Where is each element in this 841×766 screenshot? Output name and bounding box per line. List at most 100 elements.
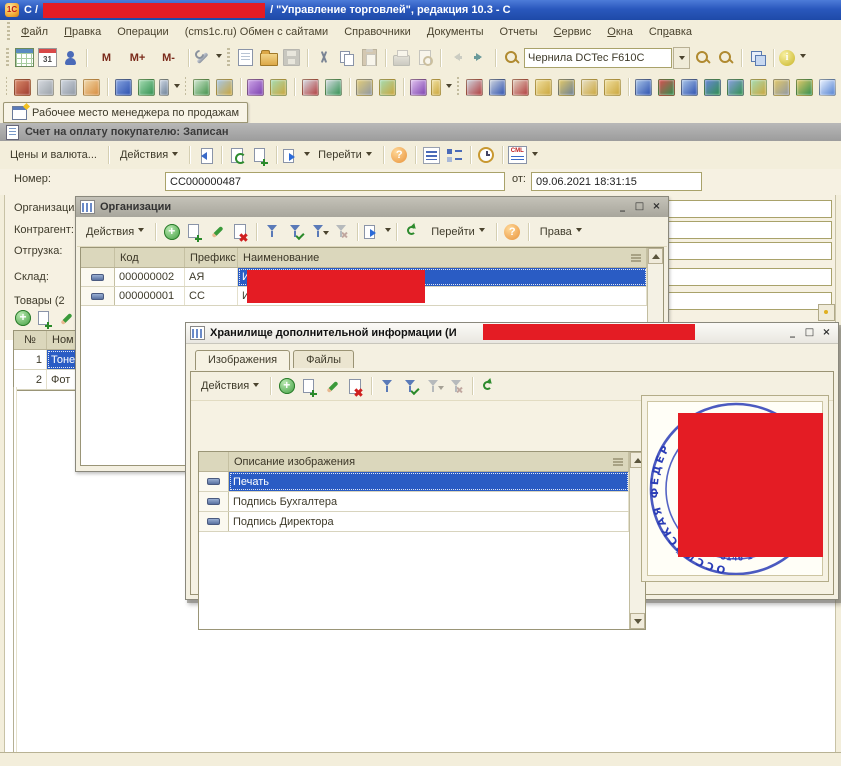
money-turnover-button[interactable]	[748, 76, 769, 98]
app-titlebar[interactable]: 1С С / / "Управление торговлей", редакци…	[0, 0, 841, 20]
memory-button[interactable]: M	[92, 47, 121, 69]
filter-settings-button[interactable]	[377, 375, 398, 397]
scroll-down-button[interactable]	[630, 613, 645, 629]
factory-button[interactable]	[556, 76, 577, 98]
tab-sales-manager-workspace[interactable]: Рабочее место менеджера по продажам	[3, 102, 248, 123]
filter-history-button[interactable]	[308, 221, 329, 243]
post-document-button[interactable]	[195, 144, 216, 166]
menu-item-9[interactable]: Справка	[641, 23, 700, 41]
select-button[interactable]	[818, 304, 835, 321]
menu-item-4[interactable]: Справочники	[336, 23, 419, 41]
help-button[interactable]	[502, 221, 523, 243]
calc-table-button[interactable]	[14, 47, 35, 69]
doc-lines-button[interactable]	[817, 76, 838, 98]
transfer-out-button[interactable]	[725, 76, 746, 98]
create-based-on-button[interactable]	[363, 221, 391, 243]
cash-table-button[interactable]	[136, 76, 157, 98]
marker-column-header[interactable]	[199, 452, 229, 471]
code-column-header[interactable]: Код	[115, 248, 185, 267]
quick-search-combobox[interactable]: Чернила DCTec F610C	[524, 48, 690, 68]
cut-button[interactable]	[313, 47, 334, 69]
hammer-money-button[interactable]	[354, 76, 375, 98]
info-button[interactable]: i	[779, 47, 806, 69]
toolbar-grip[interactable]	[6, 77, 7, 97]
subordination-button[interactable]	[444, 144, 465, 166]
print-label-button[interactable]	[81, 76, 102, 98]
goods-arrow-button[interactable]	[794, 76, 815, 98]
print-button[interactable]	[391, 47, 412, 69]
minimize-button[interactable]: _	[785, 326, 800, 340]
find-prev-button[interactable]	[715, 47, 736, 69]
table-row[interactable]: Подпись Директора	[199, 512, 629, 532]
add-row-icon[interactable]	[15, 310, 31, 326]
create-based-on-button[interactable]	[282, 144, 310, 166]
toolbar-grip[interactable]	[227, 48, 230, 68]
prices-currency-button[interactable]: Цены и валюта...	[4, 146, 103, 164]
filter-history-button[interactable]	[423, 375, 444, 397]
user-lock-button[interactable]	[60, 47, 81, 69]
settings-button[interactable]	[194, 47, 222, 69]
copy-add-button[interactable]	[250, 144, 271, 166]
memory-minus-button[interactable]: M-	[154, 47, 183, 69]
assistant-button[interactable]	[408, 76, 429, 98]
maximize-button[interactable]: □	[802, 326, 817, 340]
cml-export-button[interactable]: CML	[508, 144, 538, 166]
scroll-up-button[interactable]	[648, 248, 663, 264]
clear-filter-button[interactable]	[331, 221, 352, 243]
archive-cabinet-button[interactable]	[12, 76, 33, 98]
invoice-window-titlebar[interactable]: Счет на оплату покупателю: Записан	[0, 123, 841, 142]
maximize-button[interactable]: □	[632, 200, 647, 214]
search-input[interactable]: Чернила DCTec F610C	[524, 48, 672, 68]
memory-plus-button[interactable]: M+	[123, 47, 152, 69]
supplier-cart-button[interactable]	[487, 76, 508, 98]
copy-row-icon[interactable]	[36, 310, 53, 327]
rights-button[interactable]: Права	[534, 223, 588, 241]
doc-exchange-button[interactable]	[191, 76, 212, 98]
retail-monitor-button[interactable]	[633, 76, 654, 98]
add-button[interactable]	[276, 375, 297, 397]
goto-button[interactable]: Перейти	[425, 223, 491, 241]
marker-column-header[interactable]	[81, 248, 115, 267]
actions-button[interactable]: Действия	[80, 223, 150, 241]
new-document-button[interactable]	[235, 47, 256, 69]
copy-add-button[interactable]	[184, 221, 205, 243]
history-button[interactable]	[476, 144, 497, 166]
save-button[interactable]	[281, 47, 302, 69]
filter-by-value-button[interactable]	[285, 221, 306, 243]
find-next-button[interactable]	[692, 47, 713, 69]
refresh-button[interactable]	[402, 221, 423, 243]
cents-button[interactable]	[602, 76, 623, 98]
number-input[interactable]	[165, 172, 505, 191]
description-column-header[interactable]: Описание изображения	[229, 452, 629, 471]
minimize-button[interactable]: _	[615, 200, 630, 214]
layers-button[interactable]	[747, 47, 768, 69]
back-button[interactable]	[446, 47, 467, 69]
actions-button[interactable]: Действия	[114, 146, 184, 164]
goto-button[interactable]: Перейти	[312, 146, 378, 164]
add-button[interactable]	[161, 221, 182, 243]
combo-dropdown-button[interactable]	[673, 47, 690, 69]
close-button[interactable]: ×	[649, 200, 664, 214]
table-row[interactable]: Печать	[199, 472, 629, 492]
open-button[interactable]	[258, 47, 279, 69]
toolbar-grip[interactable]	[6, 48, 9, 68]
toolbar-grip[interactable]	[7, 22, 10, 42]
materials-button[interactable]	[579, 76, 600, 98]
edit-button[interactable]	[322, 375, 343, 397]
return-monitor-button[interactable]	[679, 76, 700, 98]
buyer-invoice-button[interactable]	[510, 76, 531, 98]
money-updown-button[interactable]	[214, 76, 235, 98]
receipt-cube-button[interactable]	[656, 76, 677, 98]
filter-by-value-button[interactable]	[400, 375, 421, 397]
menu-item-0[interactable]: Файл	[13, 23, 56, 41]
wizard-button[interactable]	[245, 76, 266, 98]
edit-row-icon[interactable]	[58, 310, 75, 327]
money-globe-button[interactable]	[377, 76, 398, 98]
menu-item-2[interactable]: Операции	[109, 23, 176, 41]
transfer-in-button[interactable]	[702, 76, 723, 98]
coins-updown-button[interactable]	[268, 76, 289, 98]
menu-item-5[interactable]: Документы	[419, 23, 492, 41]
calendar-button[interactable]: 31	[37, 47, 58, 69]
prefix-column-header[interactable]: Префикс	[185, 248, 238, 267]
counterparties-button[interactable]	[113, 76, 134, 98]
